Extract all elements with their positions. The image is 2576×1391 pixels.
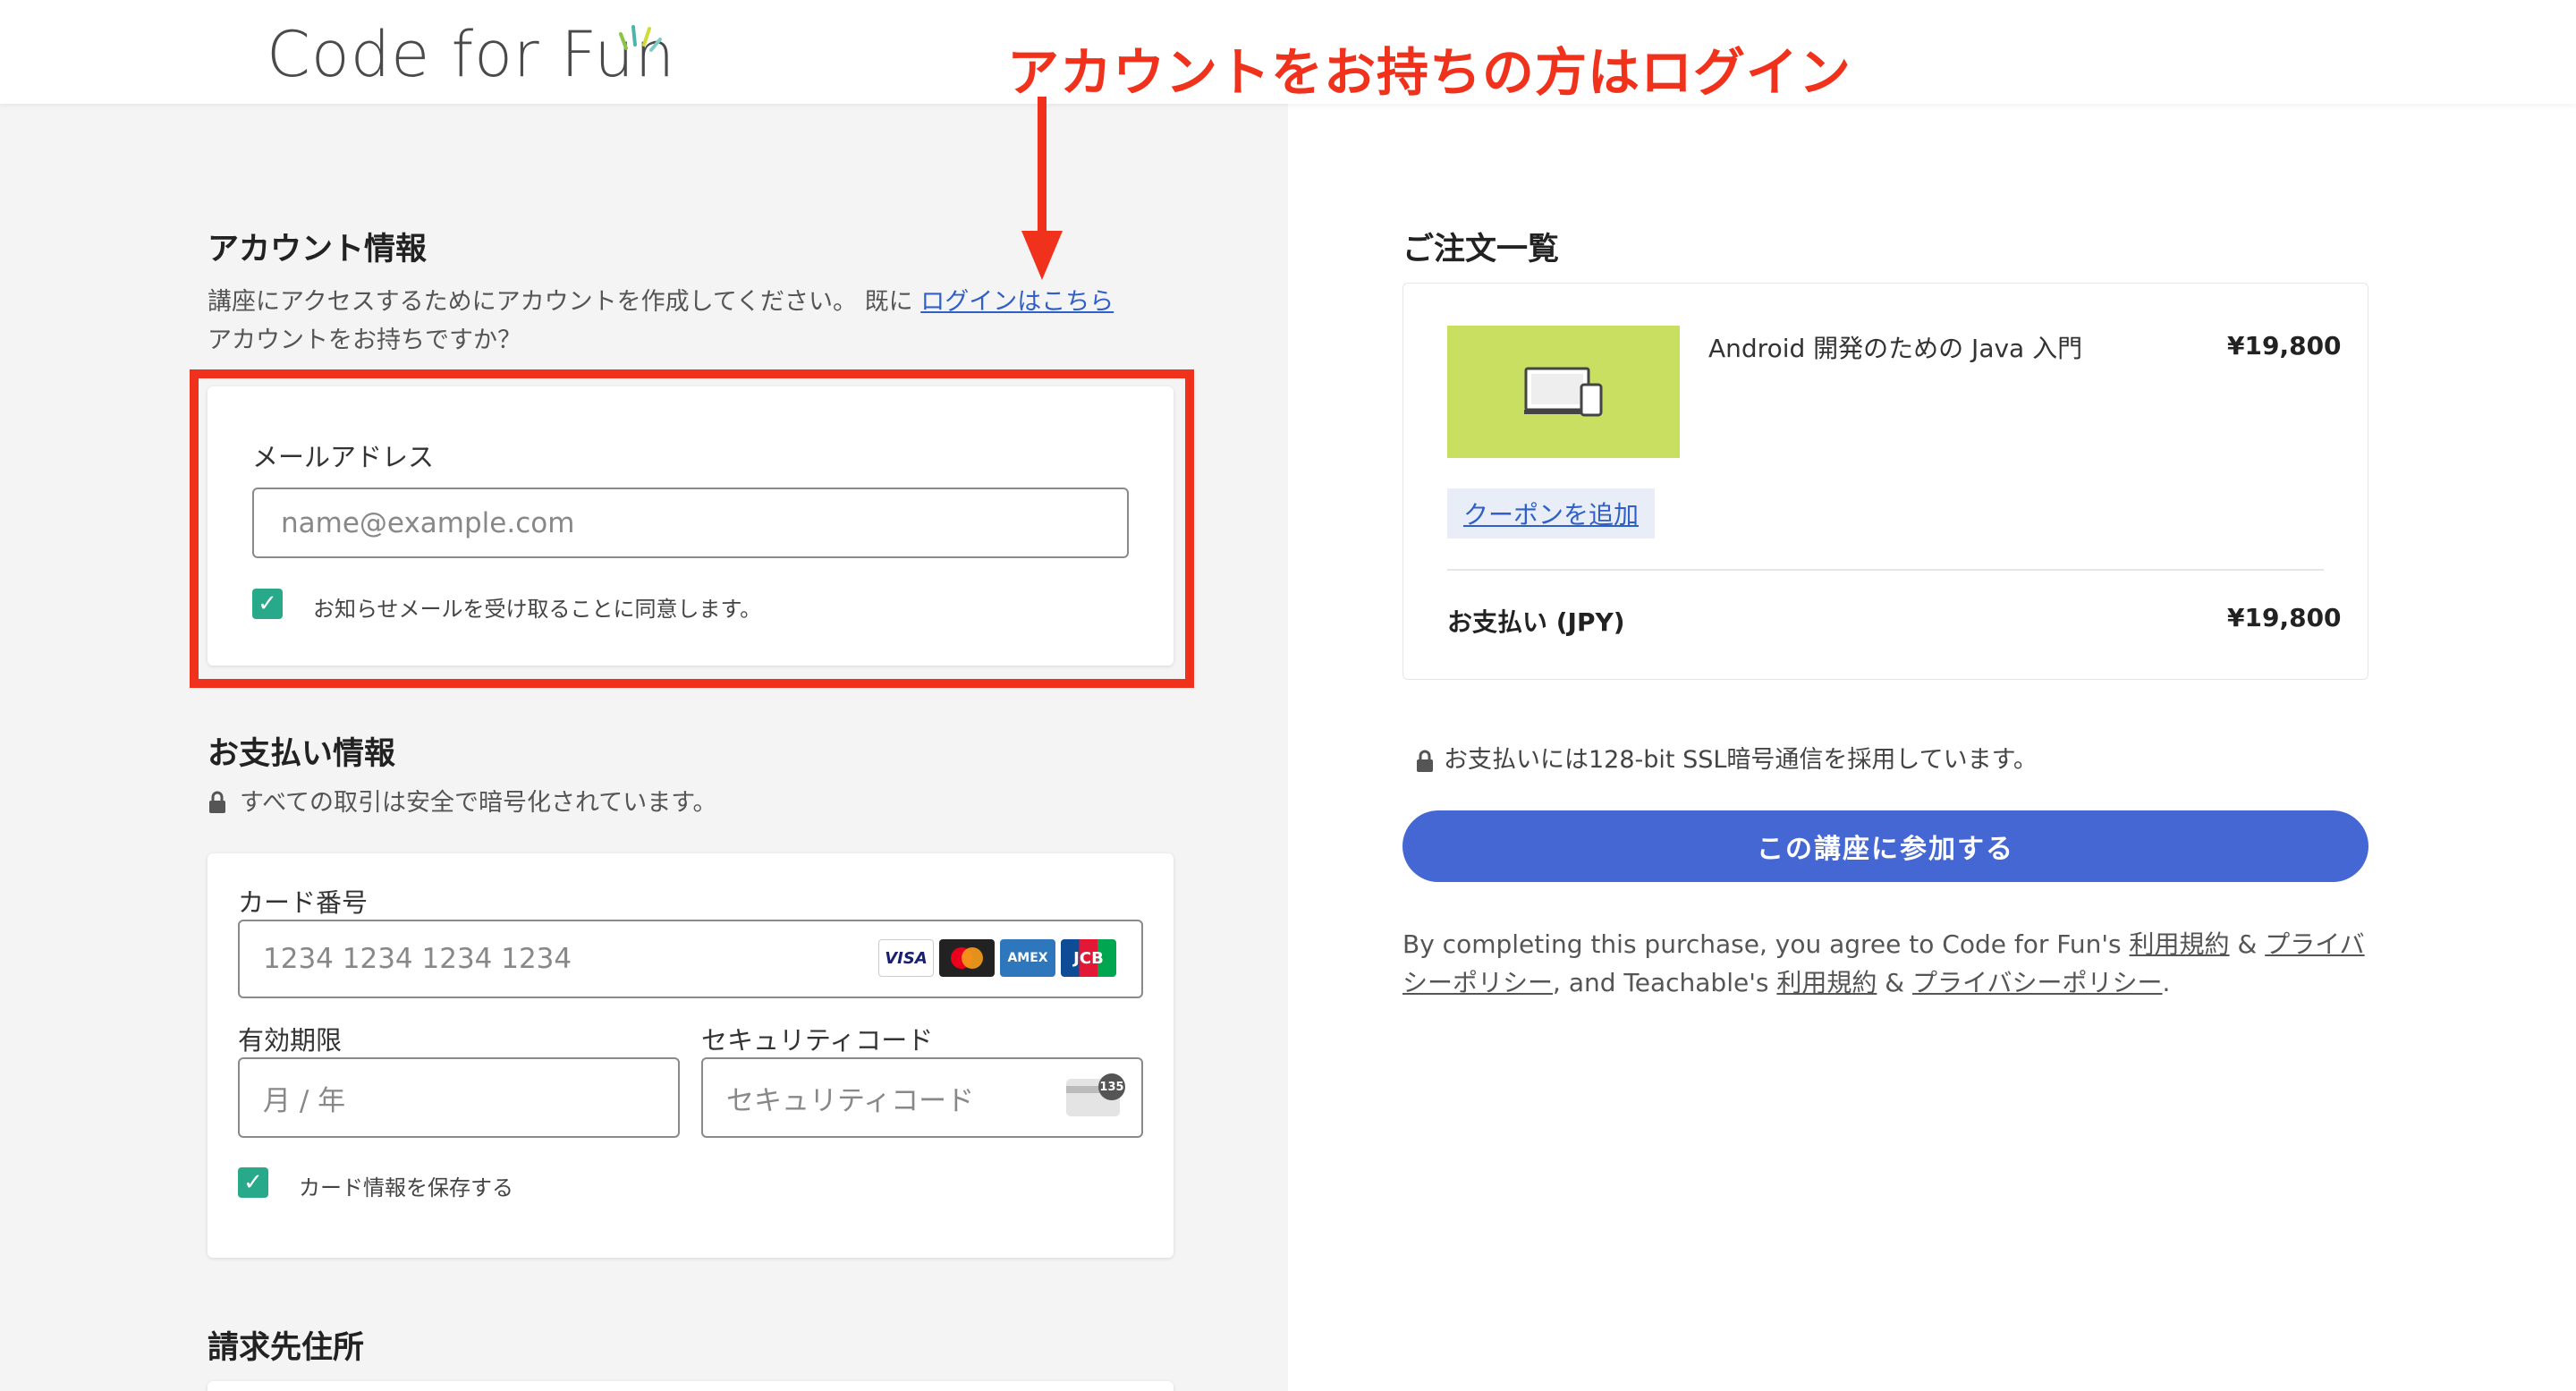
login-link[interactable]: ログインはこちら [920,288,1114,316]
save-card-label: カード情報を保存する [299,1175,513,1200]
payment-secure-note: すべての取引は安全で暗号化されています。 [240,789,717,817]
total-label: お支払い (JPY) [1447,607,1625,637]
coupon-button[interactable]: クーポンを追加 [1447,488,1655,539]
legal-text: By completing this purchase, you agree t… [1402,929,2365,997]
ssl-lock-icon [1417,750,1433,772]
save-card-checkbox[interactable]: ✓ [238,1167,268,1198]
order-divider [1447,569,2324,571]
cvc-card-icon: 135 [1066,1073,1125,1116]
product-name: Android 開発のための Java 入門 [1708,334,2083,363]
card-number-label: カード番号 [238,887,369,918]
laptop-phone-icon [1524,367,1603,417]
order-section-title: ご注文一覧 [1402,232,1560,267]
billing-section-title: 請求先住所 [208,1330,365,1366]
logo[interactable]: Code for Fun [267,18,675,91]
expiry-label: 有効期限 [238,1025,343,1056]
privacy-link-2[interactable]: プライバシーポリシー [1912,968,2162,997]
visa-icon: VISA [878,939,934,977]
card-brand-logos: VISA AMEX JCB [878,939,1116,977]
annotation-arrow-icon [1021,97,1063,280]
enroll-button[interactable]: この講座に参加する [1402,810,2368,882]
cvc-badge: 135 [1098,1073,1125,1100]
product-price: ¥19,800 [2227,331,2342,360]
amex-icon: AMEX [1000,939,1055,977]
terms-link-1[interactable]: 利用規約 [2130,929,2230,959]
annotation-text: アカウントをお持ちの方はログイン [1007,42,1852,103]
ssl-note: お支払いには128-bit SSL暗号通信を採用しています。 [1444,746,2038,774]
account-description: 講座にアクセスするためにアカウントを作成してください。 既に ログインはこちら … [208,288,1114,354]
expiry-input[interactable]: 月 / 年 [238,1057,680,1138]
lock-icon [209,791,225,813]
logo-burst-icon [619,25,662,52]
mastercard-icon [939,939,995,977]
product-thumbnail [1447,326,1680,458]
billing-card [208,1381,1174,1391]
cvc-label: セキュリティコード [701,1025,934,1056]
total-price: ¥19,800 [2227,603,2342,632]
jcb-icon: JCB [1061,939,1116,977]
account-section-title: アカウント情報 [208,232,428,267]
terms-link-2[interactable]: 利用規約 [1776,968,1877,997]
annotation-highlight-box [190,369,1194,688]
payment-section-title: お支払い情報 [208,736,396,772]
